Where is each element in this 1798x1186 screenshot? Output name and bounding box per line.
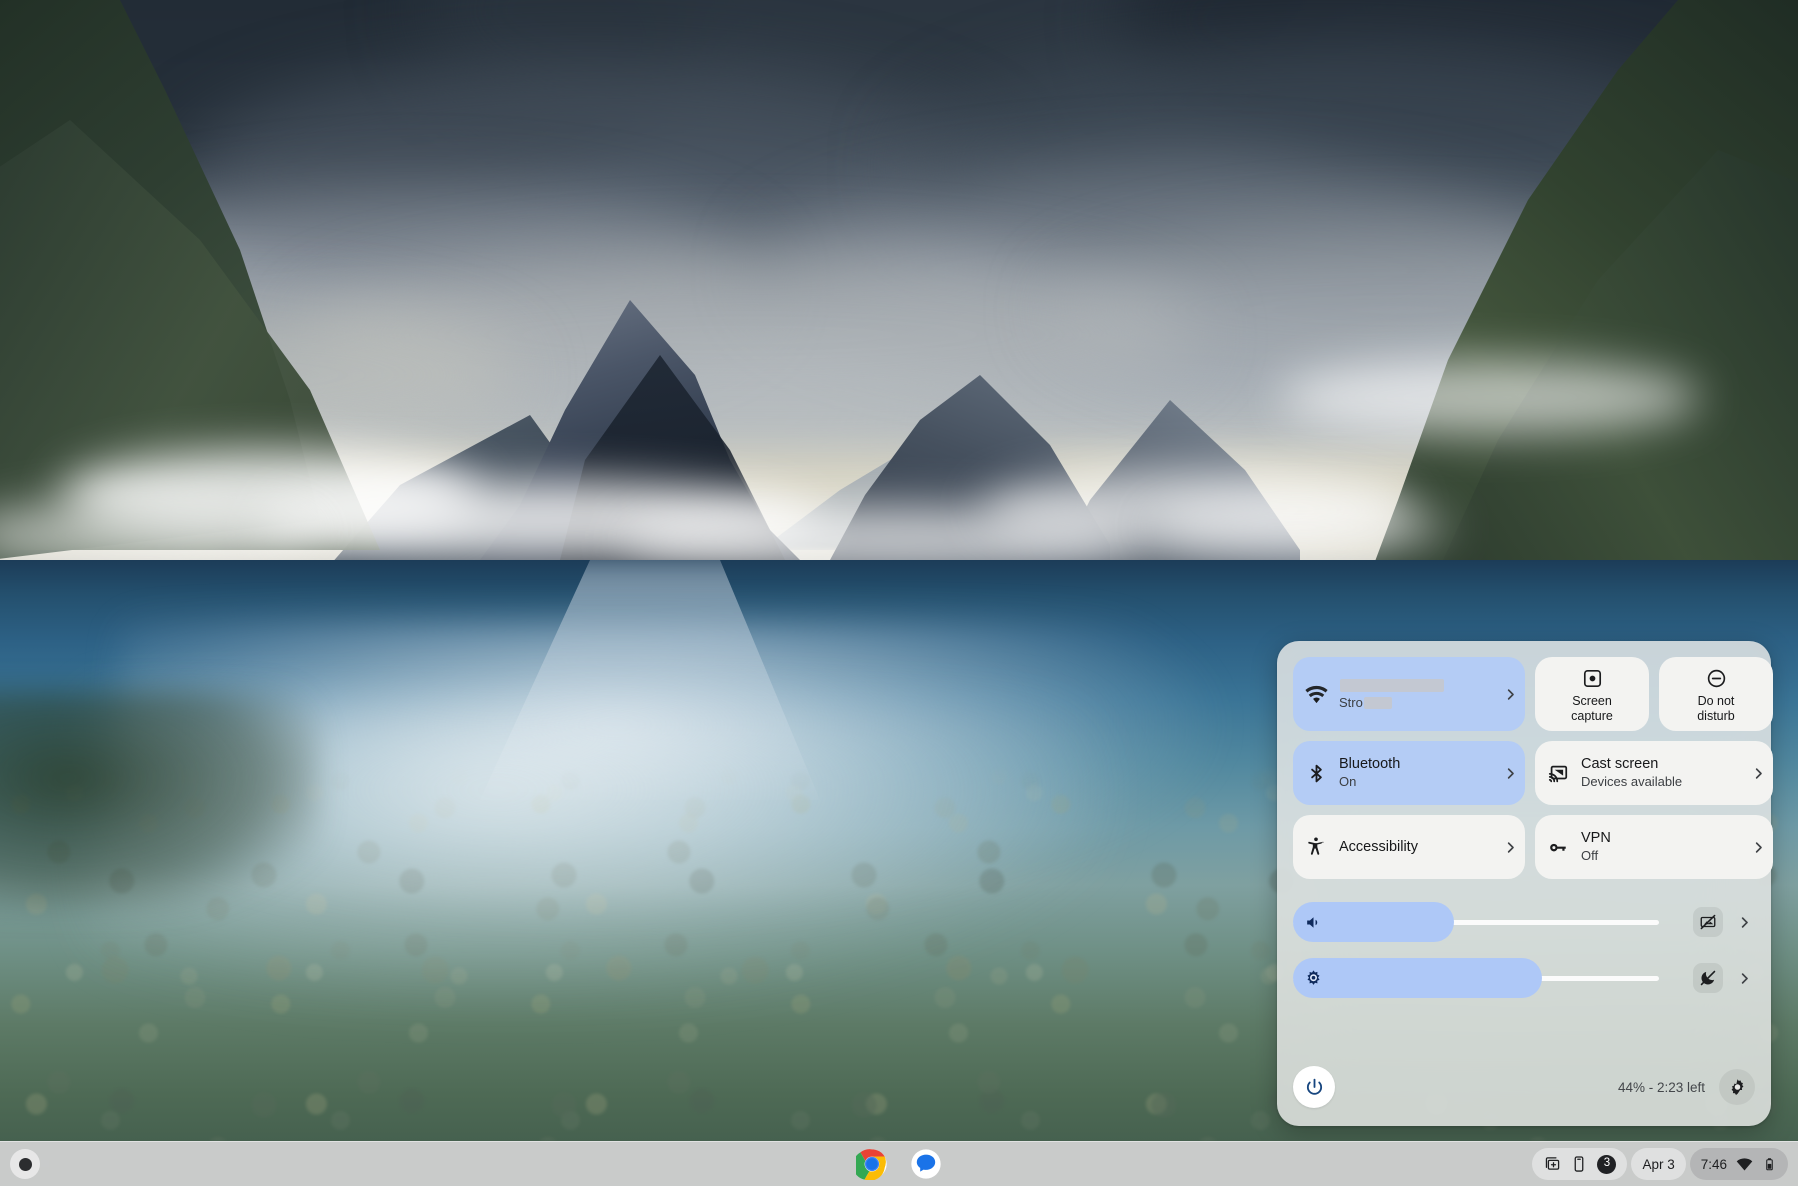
gear-icon[interactable] [1719,1069,1755,1105]
network-ssid [1339,677,1495,694]
chevron-right-icon[interactable] [1495,687,1525,702]
cast-subtitle: Devices available [1581,775,1743,790]
bluetooth-tile-text: Bluetooth On [1339,756,1495,790]
night-light-off-icon[interactable] [1693,963,1723,993]
vpn-tile-text: VPN Off [1581,830,1743,864]
chevron-right-icon[interactable] [1495,840,1525,855]
cast-tile-text: Cast screen Devices available [1581,756,1743,790]
phone-hub-icon[interactable] [1570,1155,1588,1173]
cast-title: Cast screen [1581,756,1743,773]
volume-slider-trailing [1659,907,1755,937]
brightness-icon [1304,969,1323,988]
quick-setting-screen-capture[interactable]: Screen capture [1535,657,1649,731]
network-tile-text: Stro [1339,677,1495,711]
do-not-disturb-label-line2: disturb [1697,709,1735,724]
mic-off-icon[interactable] [1693,907,1723,937]
quick-setting-do-not-disturb[interactable]: Do not disturb [1659,657,1773,731]
chevron-right-icon[interactable] [1733,915,1755,930]
quick-settings-panel: Stro Screen capture [1277,641,1771,1126]
screen-capture-label-line2: capture [1571,709,1613,724]
status-area: 3 Apr 3 7:46 [1532,1148,1788,1180]
brightness-slider-fill [1293,958,1542,998]
do-not-disturb-icon [1706,668,1727,689]
new-desk-icon[interactable] [1543,1155,1561,1173]
clock-label: 7:46 [1701,1157,1727,1172]
do-not-disturb-label-line1: Do not [1697,694,1735,709]
quick-setting-accessibility[interactable]: Accessibility [1293,815,1525,879]
power-button[interactable] [1293,1066,1335,1108]
volume-slider-row [1293,901,1755,943]
chevron-right-icon[interactable] [1495,766,1525,781]
accessibility-tile-text: Accessibility [1339,839,1495,856]
accessibility-icon [1293,836,1339,858]
chrome-icon[interactable] [856,1148,888,1180]
battery-icon [1762,1157,1777,1172]
screen-capture-label-line1: Screen [1571,694,1613,709]
quick-settings-sliders [1293,901,1755,999]
wifi-icon [1736,1156,1753,1173]
quick-settings-footer: 44% - 2:23 left [1293,1064,1755,1110]
quick-setting-vpn[interactable]: VPN Off [1535,815,1773,879]
date-label: Apr 3 [1642,1157,1674,1172]
quick-settings-tile-grid: Stro Screen capture [1293,657,1755,879]
vpn-title: VPN [1581,830,1743,847]
vpn-key-icon [1535,836,1581,859]
redaction-block-ssid [1340,679,1444,692]
volume-up-icon [1304,913,1323,932]
cast-icon [1535,762,1581,784]
shelf-app-list [0,1148,1798,1180]
bluetooth-icon [1293,763,1339,784]
wifi-icon [1293,683,1339,706]
vpn-state: Off [1581,849,1743,864]
date-tray-button[interactable]: Apr 3 [1631,1148,1685,1180]
volume-slider-fill [1293,902,1454,942]
volume-slider[interactable] [1293,902,1659,942]
brightness-slider-row [1293,957,1755,999]
system-tray-button[interactable]: 7:46 [1690,1148,1788,1180]
notification-count-badge[interactable]: 3 [1597,1155,1616,1174]
screen-capture-icon [1582,668,1603,689]
chevron-right-icon[interactable] [1743,840,1773,855]
chromeos-desktop: Stro Screen capture [0,0,1798,1186]
redaction-block-strength [1364,697,1392,709]
chevron-right-icon[interactable] [1733,971,1755,986]
quick-setting-bluetooth[interactable]: Bluetooth On [1293,741,1525,805]
messages-icon[interactable] [910,1148,942,1180]
shelf: 3 Apr 3 7:46 [0,1141,1798,1186]
brightness-slider[interactable] [1293,958,1659,998]
brightness-slider-trailing [1659,963,1755,993]
status-tray-icons[interactable]: 3 [1532,1148,1627,1180]
bluetooth-state: On [1339,775,1495,790]
accessibility-title: Accessibility [1339,839,1495,856]
quick-setting-cast-screen[interactable]: Cast screen Devices available [1535,741,1773,805]
battery-status-text: 44% - 2:23 left [1618,1080,1705,1095]
network-signal-strength: Stro [1339,696,1495,711]
quick-setting-network[interactable]: Stro [1293,657,1525,731]
chevron-right-icon[interactable] [1743,766,1773,781]
bluetooth-title: Bluetooth [1339,756,1495,773]
